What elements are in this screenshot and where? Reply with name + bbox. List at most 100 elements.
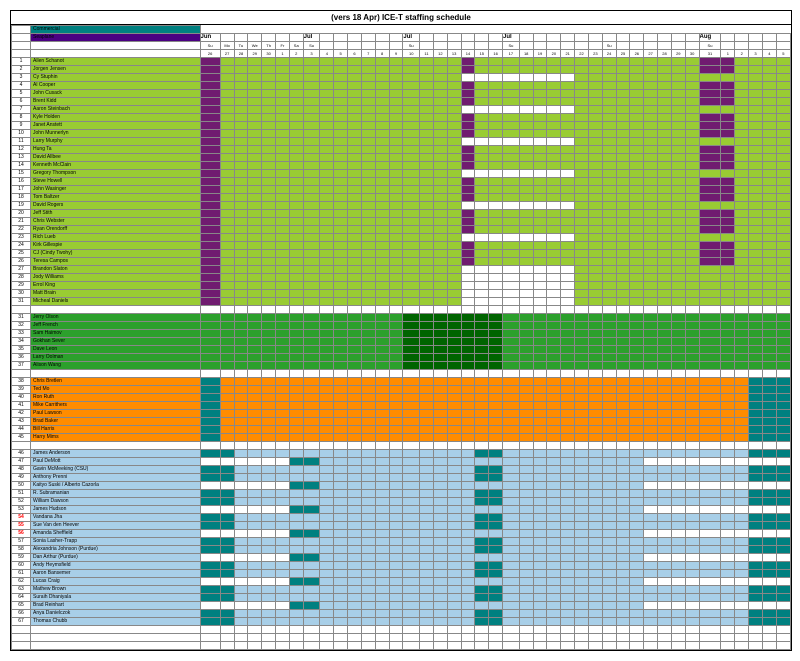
schedule-cell [276,218,290,226]
schedule-cell [420,426,434,434]
schedule-cell [644,506,658,514]
schedule-cell [403,282,420,290]
schedule-cell [547,234,561,242]
schedule-cell [433,586,447,594]
schedule-cell [289,570,303,578]
schedule-cell [389,634,403,642]
schedule-cell [234,154,248,162]
schedule-cell [433,154,447,162]
schedule-cell [420,610,434,618]
schedule-cell [630,594,644,602]
schedule-cell [320,498,334,506]
schedule-cell [762,410,776,418]
schedule-cell [389,450,403,458]
schedule-cell [616,378,630,386]
schedule-cell [334,250,348,258]
schedule-cell [658,290,672,298]
schedule-cell [616,82,630,90]
schedule-cell [348,474,362,482]
schedule-cell [276,234,290,242]
schedule-cell [303,354,320,362]
schedule-cell [289,146,303,154]
schedule-cell [533,138,547,146]
schedule-cell [303,154,320,162]
schedule-cell [776,474,790,482]
schedule-cell [749,210,763,218]
schedule-cell [475,218,489,226]
schedule-cell [503,562,520,570]
schedule-cell [616,578,630,586]
schedule-cell [475,154,489,162]
schedule-cell [735,354,749,362]
schedule-cell [644,282,658,290]
schedule-cell [630,138,644,146]
schedule-cell [749,314,763,322]
schedule-cell [776,162,790,170]
schedule-cell [602,538,616,546]
schedule-cell [461,186,475,194]
schedule-cell [389,474,403,482]
staff-name: Chris Bretlen [31,378,201,386]
schedule-cell [475,538,489,546]
schedule-cell [602,482,616,490]
schedule-cell [519,154,533,162]
schedule-cell [721,106,735,114]
schedule-cell [699,642,721,650]
schedule-cell [234,402,248,410]
schedule-cell [749,138,763,146]
schedule-cell [320,282,334,290]
schedule-cell [503,138,520,146]
schedule-cell [262,202,276,210]
schedule-cell [602,218,616,226]
row-number: 44 [12,426,31,434]
schedule-cell [447,202,461,210]
schedule-cell [389,562,403,570]
schedule-cell [348,330,362,338]
table-header: Commercial SeaplaneJunJulJulJulAugSuMoTu… [12,26,791,58]
schedule-cell [533,378,547,386]
schedule-cell [420,514,434,522]
schedule-cell [776,178,790,186]
schedule-cell [658,530,672,538]
schedule-cell [519,594,533,602]
schedule-cell [348,410,362,418]
schedule-cell [533,186,547,194]
schedule-cell [447,594,461,602]
schedule-cell [320,250,334,258]
schedule-cell [644,218,658,226]
schedule-cell [262,554,276,562]
schedule-cell [776,514,790,522]
schedule-cell [735,634,749,642]
schedule-cell [575,394,589,402]
schedule-cell [447,578,461,586]
schedule-cell [389,74,403,82]
schedule-cell [262,210,276,218]
schedule-cell [735,402,749,410]
schedule-cell [403,610,420,618]
staff-row: 5John Cusack [12,90,791,98]
schedule-cell [334,162,348,170]
schedule-cell [735,554,749,562]
schedule-cell [447,570,461,578]
schedule-cell [375,466,389,474]
schedule-cell [547,266,561,274]
schedule-cell [561,138,575,146]
schedule-cell [200,410,220,418]
schedule-cell [375,434,389,442]
schedule-cell [547,138,561,146]
schedule-cell [375,602,389,610]
schedule-cell [248,242,262,250]
schedule-cell [588,162,602,170]
schedule-cell [721,178,735,186]
schedule-cell [658,314,672,322]
schedule-cell [699,330,721,338]
staff-row: 48Gavin McMeeking (CSU) [12,466,791,474]
schedule-cell [348,66,362,74]
schedule-cell [547,330,561,338]
schedule-cell [503,482,520,490]
schedule-cell [334,546,348,554]
schedule-cell [588,218,602,226]
schedule-cell [658,306,672,314]
schedule-cell [547,538,561,546]
schedule-cell [602,402,616,410]
